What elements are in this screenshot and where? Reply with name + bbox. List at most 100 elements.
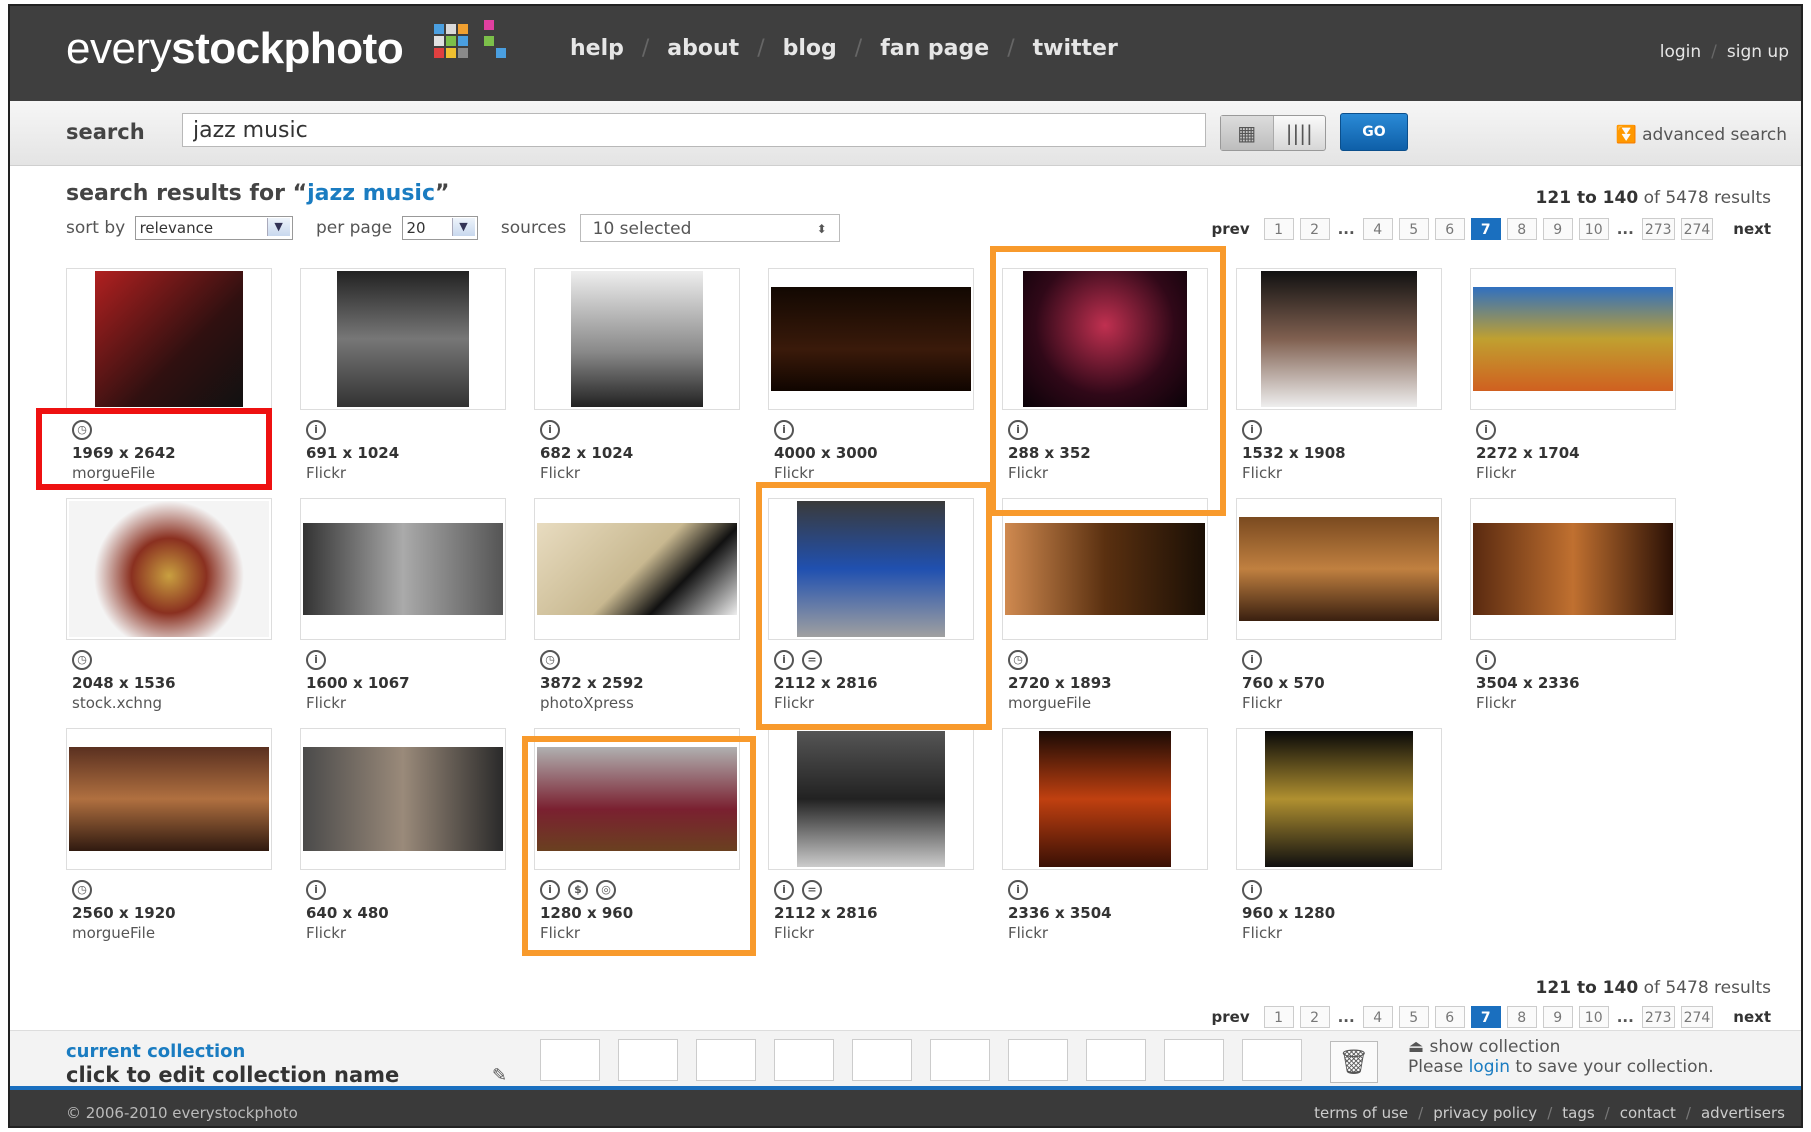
photo-thumbnail[interactable] <box>1236 268 1442 410</box>
login-link[interactable]: login <box>1660 42 1701 62</box>
collection-slot[interactable] <box>774 1039 834 1081</box>
site-logo[interactable]: everystockphoto <box>66 24 404 74</box>
photo-source[interactable]: Flickr <box>768 694 974 712</box>
show-collection-link[interactable]: ⏏ show collection <box>1408 1037 1560 1057</box>
collection-slot[interactable] <box>1242 1039 1302 1081</box>
photo-source[interactable]: Flickr <box>534 464 740 482</box>
page-link[interactable]: 6 <box>1434 218 1465 240</box>
clock-icon[interactable]: ◷ <box>72 420 92 440</box>
clock-icon[interactable]: ◷ <box>1008 650 1028 670</box>
photo-source[interactable]: Flickr <box>1236 924 1442 942</box>
signup-link[interactable]: sign up <box>1727 42 1789 62</box>
photo-thumbnail[interactable] <box>1236 728 1442 870</box>
collection-slot[interactable] <box>540 1039 600 1081</box>
collection-slot[interactable] <box>696 1039 756 1081</box>
photo-source[interactable]: Flickr <box>1236 464 1442 482</box>
page-link[interactable]: 9 <box>1542 218 1573 240</box>
attribution-icon[interactable]: i <box>540 880 560 900</box>
page-link[interactable]: 273 <box>1641 1006 1675 1028</box>
page-link[interactable]: 274 <box>1680 218 1714 240</box>
collection-login-link[interactable]: login <box>1469 1057 1510 1077</box>
photo-thumbnail[interactable] <box>1002 268 1208 410</box>
photo-thumbnail[interactable] <box>768 268 974 410</box>
page-link[interactable]: 274 <box>1680 1006 1714 1028</box>
photo-source[interactable]: Flickr <box>768 924 974 942</box>
attribution-icon[interactable]: i <box>1476 420 1496 440</box>
attribution-icon[interactable]: i <box>306 880 326 900</box>
photo-source[interactable]: morgueFile <box>66 464 272 482</box>
per-page-select[interactable]: 20 ▼ <box>401 216 478 240</box>
attribution-icon[interactable]: i <box>1476 650 1496 670</box>
collection-slot[interactable] <box>1086 1039 1146 1081</box>
attribution-icon[interactable]: i <box>540 420 560 440</box>
photo-source[interactable]: Flickr <box>768 464 974 482</box>
photo-thumbnail[interactable] <box>768 498 974 640</box>
page-link[interactable]: 1 <box>1263 1006 1294 1028</box>
prev-page-link[interactable]: prev <box>1212 1008 1250 1026</box>
nav-fan-page[interactable]: fan page <box>880 36 989 61</box>
page-link[interactable]: 4 <box>1362 1006 1393 1028</box>
clock-icon[interactable]: ◷ <box>540 650 560 670</box>
photo-source[interactable]: morgueFile <box>1002 694 1208 712</box>
prev-page-link[interactable]: prev <box>1212 220 1250 238</box>
photo-source[interactable]: Flickr <box>534 924 740 942</box>
attribution-icon[interactable]: i <box>1008 880 1028 900</box>
attribution-icon[interactable]: i <box>1008 420 1028 440</box>
collection-slot[interactable] <box>1164 1039 1224 1081</box>
photo-thumbnail[interactable] <box>300 498 506 640</box>
sort-select[interactable]: relevance ▼ <box>134 216 293 240</box>
grid-view-icon[interactable]: ▦ <box>1221 116 1274 150</box>
footer-tags-link[interactable]: tags <box>1562 1104 1594 1122</box>
attribution-icon[interactable]: i <box>1242 650 1262 670</box>
photo-source[interactable]: Flickr <box>300 464 506 482</box>
photo-thumbnail[interactable] <box>1470 268 1676 410</box>
page-link[interactable]: 2 <box>1299 1006 1330 1028</box>
go-button[interactable]: GO <box>1340 113 1408 151</box>
attribution-icon[interactable]: i <box>1242 420 1262 440</box>
photo-source[interactable]: stock.xchng <box>66 694 272 712</box>
attribution-icon[interactable]: i <box>306 650 326 670</box>
noderivs-icon[interactable]: = <box>802 650 822 670</box>
footer-privacy-link[interactable]: privacy policy <box>1433 1104 1537 1122</box>
search-input[interactable] <box>182 113 1206 147</box>
photo-thumbnail[interactable] <box>66 728 272 870</box>
next-page-link[interactable]: next <box>1733 220 1771 238</box>
collection-name-edit[interactable]: click to edit collection name <box>66 1063 399 1087</box>
page-link[interactable]: 273 <box>1641 218 1675 240</box>
photo-thumbnail[interactable] <box>534 268 740 410</box>
photo-thumbnail[interactable] <box>1002 498 1208 640</box>
photo-thumbnail[interactable] <box>534 498 740 640</box>
page-link[interactable]: 9 <box>1542 1006 1573 1028</box>
page-link[interactable]: 7 <box>1470 218 1501 240</box>
photo-thumbnail[interactable] <box>66 268 272 410</box>
trash-icon[interactable]: 🗑 <box>1330 1041 1378 1083</box>
attribution-icon[interactable]: i <box>774 420 794 440</box>
photo-thumbnail[interactable] <box>1470 498 1676 640</box>
photo-source[interactable]: Flickr <box>1002 924 1208 942</box>
next-page-link[interactable]: next <box>1733 1008 1771 1026</box>
photo-thumbnail[interactable] <box>300 268 506 410</box>
collection-slot[interactable] <box>618 1039 678 1081</box>
nav-blog[interactable]: blog <box>783 36 837 61</box>
collection-slot[interactable] <box>852 1039 912 1081</box>
advanced-search-toggle[interactable]: ⏬ advanced search <box>1615 125 1787 145</box>
photo-thumbnail[interactable] <box>1236 498 1442 640</box>
collection-slot[interactable] <box>1008 1039 1068 1081</box>
noderivs-icon[interactable]: = <box>802 880 822 900</box>
list-view-icon[interactable]: |||| <box>1274 116 1326 150</box>
photo-thumbnail[interactable] <box>534 728 740 870</box>
page-link[interactable]: 2 <box>1299 218 1330 240</box>
page-link[interactable]: 1 <box>1263 218 1294 240</box>
page-link[interactable]: 6 <box>1434 1006 1465 1028</box>
nav-help[interactable]: help <box>570 36 624 61</box>
photo-source[interactable]: Flickr <box>1470 464 1676 482</box>
photo-source[interactable]: morgueFile <box>66 924 272 942</box>
photo-source[interactable]: Flickr <box>1002 464 1208 482</box>
nav-twitter[interactable]: twitter <box>1033 36 1118 61</box>
sources-select[interactable]: 10 selected ⬍ <box>579 214 840 242</box>
photo-source[interactable]: Flickr <box>1470 694 1676 712</box>
sharealike-icon[interactable]: ◎ <box>596 880 616 900</box>
pencil-icon[interactable]: ✎ <box>492 1065 507 1086</box>
photo-source[interactable]: photoXpress <box>534 694 740 712</box>
footer-terms-link[interactable]: terms of use <box>1314 1104 1408 1122</box>
